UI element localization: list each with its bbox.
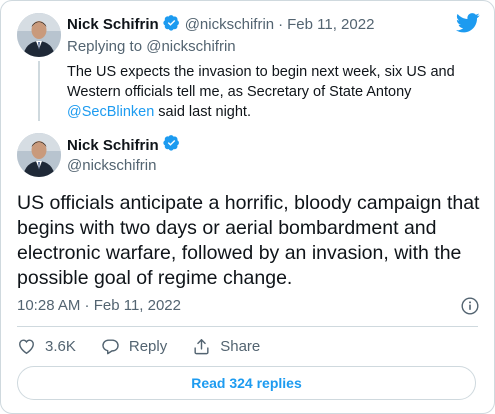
share-label: Share	[220, 338, 261, 355]
replying-to-handle[interactable]: @nickschifrin	[146, 38, 235, 55]
parent-tweet-text: The US expects the invasion to begin nex…	[67, 62, 467, 122]
like-button[interactable]: 3.6K	[17, 337, 76, 356]
main-tweet-text: US officials anticipate a horrific, bloo…	[17, 192, 480, 289]
verified-badge-icon	[163, 134, 180, 156]
thread-connector-line	[38, 61, 40, 121]
parent-text-end: said last night.	[154, 104, 251, 120]
replying-to-line: Replying to @nickschifrin	[67, 38, 236, 55]
parent-avatar[interactable]	[17, 13, 61, 57]
info-icon[interactable]	[461, 297, 479, 320]
main-handle[interactable]: @nickschifrin	[67, 157, 156, 174]
share-icon	[194, 339, 209, 355]
replying-to-prefix: Replying to	[67, 38, 147, 55]
action-bar: 3.6K Reply Share	[17, 337, 285, 356]
reply-button[interactable]: Reply	[101, 337, 167, 356]
share-button[interactable]: Share	[192, 337, 260, 356]
main-author-name[interactable]: Nick Schifrin	[67, 137, 159, 154]
parent-handle[interactable]: @nickschifrin	[185, 16, 274, 33]
actions-divider	[17, 326, 478, 327]
header-separator: ·	[278, 16, 284, 33]
reply-icon	[102, 339, 119, 355]
parent-author-name[interactable]: Nick Schifrin	[67, 16, 159, 33]
main-avatar[interactable]	[17, 133, 61, 177]
like-count: 3.6K	[45, 338, 76, 355]
main-author-row: Nick Schifrin	[67, 134, 180, 156]
read-replies-button[interactable]: Read 324 replies	[17, 366, 476, 400]
parent-date[interactable]: Feb 11, 2022	[287, 16, 374, 33]
tweet-timestamp[interactable]: 10:28 AM · Feb 11, 2022	[17, 297, 181, 314]
reply-label: Reply	[128, 338, 168, 355]
parent-tweet-header: Nick Schifrin @nickschifrin · Feb 11, 20…	[67, 14, 374, 35]
mention-link[interactable]: @SecBlinken	[67, 104, 154, 120]
verified-badge-icon	[163, 14, 180, 35]
embedded-tweet-card: Nick Schifrin @nickschifrin · Feb 11, 20…	[0, 0, 495, 414]
twitter-logo-icon[interactable]	[455, 13, 480, 38]
parent-text-start: The US expects the invasion to begin nex…	[67, 64, 455, 100]
heart-icon	[19, 339, 34, 355]
